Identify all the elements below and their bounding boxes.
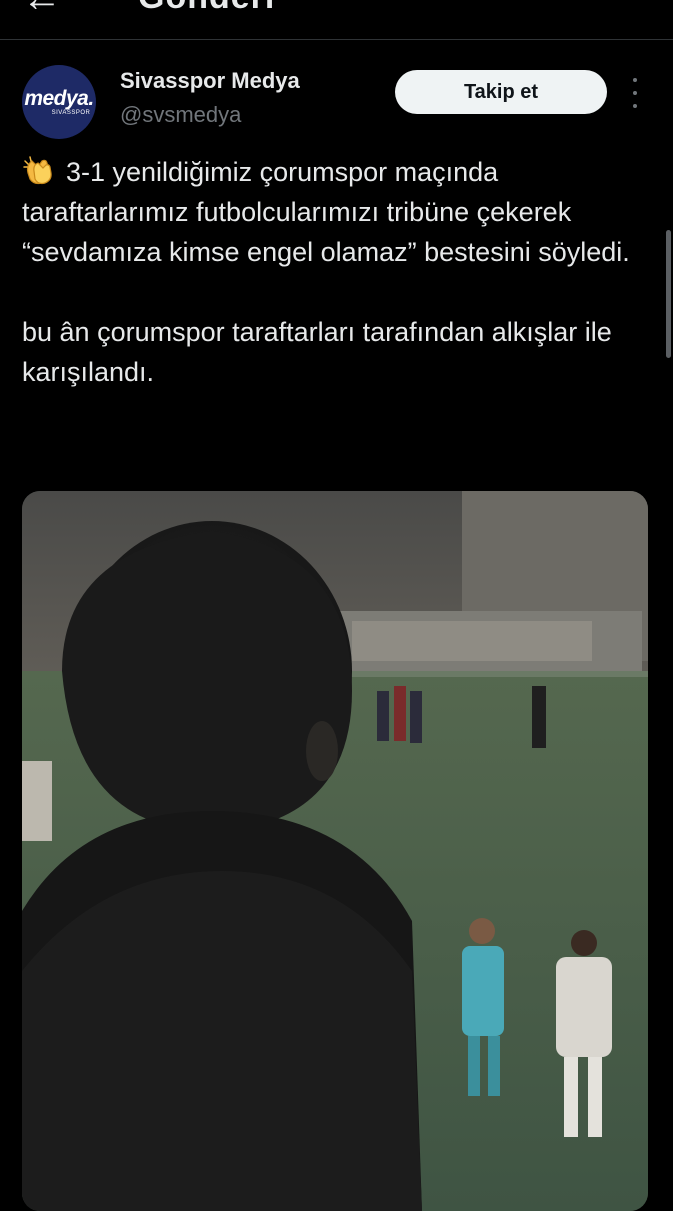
top-bar: ← Gönderi <box>0 0 673 40</box>
avatar[interactable]: medya. SIVASSPOR <box>22 65 96 139</box>
scrollbar[interactable] <box>666 230 671 358</box>
more-vertical-icon[interactable] <box>626 78 644 108</box>
tweet-text: 3-1 yenildiğimiz çorumspor maçında taraf… <box>22 152 652 392</box>
tweet-paragraph-2: bu ân çorumspor taraftarları tarafından … <box>22 317 612 387</box>
page-title: Gönderi <box>138 0 275 14</box>
arrow-left-icon[interactable]: ← <box>22 0 62 18</box>
avatar-logo-sub: SIVASSPOR <box>51 110 91 116</box>
display-name[interactable]: Sivasspor Medya <box>120 68 300 94</box>
follow-button[interactable]: Takip et <box>395 70 607 114</box>
tweet-paragraph-1: 3-1 yenildiğimiz çorumspor maçında taraf… <box>22 152 652 272</box>
tweet-paragraph-1-text: 3-1 yenildiğimiz çorumspor maçında taraf… <box>22 157 630 267</box>
tweet-video[interactable] <box>22 491 648 1211</box>
clapping-hands-icon <box>22 155 56 185</box>
user-handle[interactable]: @svsmedya <box>120 102 241 128</box>
avatar-logo-text: medya. <box>24 87 94 110</box>
